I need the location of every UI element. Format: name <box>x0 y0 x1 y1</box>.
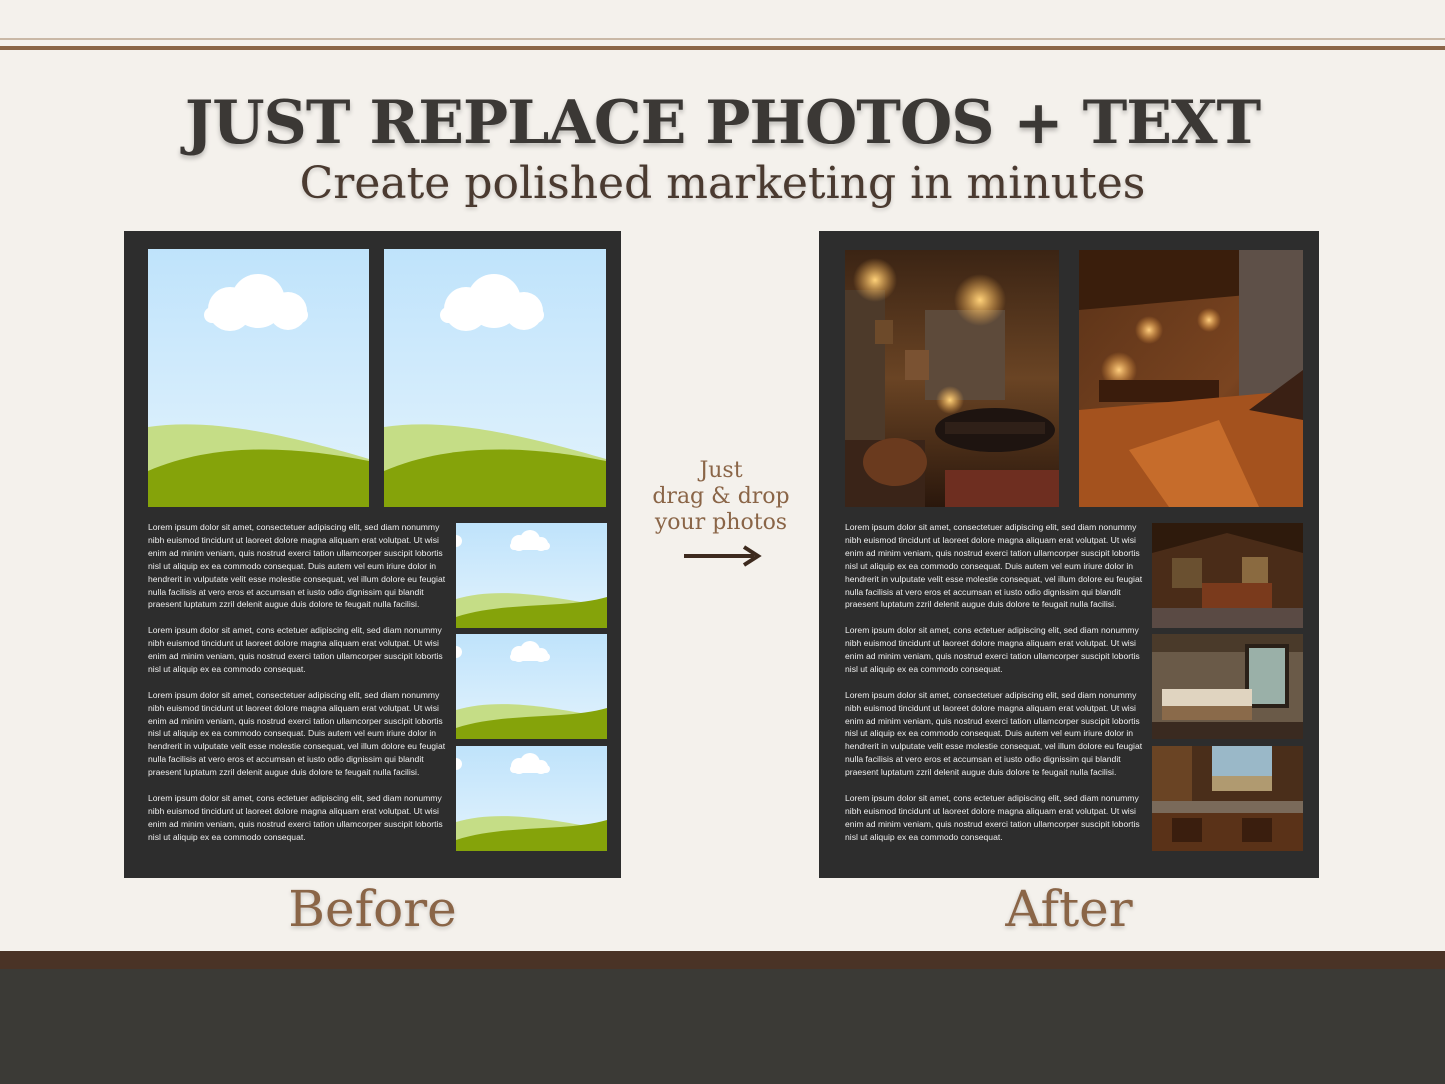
rustic-game-room-image <box>845 250 1059 507</box>
rustic-bedroom-image <box>1152 634 1303 739</box>
photo-kitchen[interactable] <box>1152 746 1303 851</box>
footer-accent-band <box>0 951 1445 969</box>
placeholder-photo-small-1[interactable] <box>456 523 607 628</box>
photo-bedroom-1[interactable] <box>1152 523 1303 628</box>
rustic-bedroom-image <box>1152 523 1303 628</box>
placeholder-photo-small-2[interactable] <box>456 634 607 739</box>
footer-band <box>0 969 1445 1084</box>
landscape-placeholder-icon <box>456 753 607 851</box>
after-label: After <box>1005 880 1133 938</box>
body-paragraph-4: Lorem ipsum dolor sit amet, cons ectetue… <box>148 792 443 842</box>
drag-note-line-3: your photos <box>654 510 788 535</box>
page-title: JUST REPLACE PHOTOS + TEXT <box>184 88 1261 158</box>
drag-note-line-1: Just <box>699 458 743 483</box>
body-paragraph-3: Lorem ipsum dolor sit amet, consectetuer… <box>148 689 446 778</box>
landscape-placeholder-icon <box>384 274 606 507</box>
page-subtitle: Create polished marketing in minutes <box>299 158 1146 209</box>
right-arrow-icon <box>684 545 762 567</box>
body-text-column: Lorem ipsum dolor sit amet, consectetuer… <box>845 521 1145 857</box>
photo-bedroom-2[interactable] <box>1152 634 1303 739</box>
before-template-panel: Lorem ipsum dolor sit amet, consectetuer… <box>124 231 621 878</box>
header-rule-thick <box>0 46 1445 50</box>
landscape-placeholder-icon <box>148 274 369 507</box>
header-rule-thin <box>0 38 1445 40</box>
body-paragraph-1: Lorem ipsum dolor sit amet, consectetuer… <box>845 522 1143 610</box>
landscape-placeholder-icon <box>456 641 607 739</box>
rustic-kitchen-image <box>1152 746 1303 851</box>
body-paragraph-2: Lorem ipsum dolor sit amet, cons ectetue… <box>148 625 443 674</box>
body-paragraph-4: Lorem ipsum dolor sit amet, cons ectetue… <box>845 792 1140 842</box>
landscape-placeholder-icon <box>456 530 607 628</box>
body-paragraph-3: Lorem ipsum dolor sit amet, consectetuer… <box>845 689 1143 778</box>
rustic-bar-image <box>1079 250 1303 507</box>
placeholder-photo-small-3[interactable] <box>456 746 607 851</box>
after-template-panel: Lorem ipsum dolor sit amet, consectetuer… <box>819 231 1319 878</box>
body-paragraph-1: Lorem ipsum dolor sit amet, consectetuer… <box>148 522 446 610</box>
body-paragraph-2: Lorem ipsum dolor sit amet, cons ectetue… <box>845 625 1140 674</box>
drag-drop-note: Just drag & drop your photos <box>640 458 802 536</box>
photo-game-room[interactable] <box>845 250 1059 507</box>
photo-bar-lounge[interactable] <box>1079 250 1303 507</box>
placeholder-photo-large-2[interactable] <box>384 249 606 507</box>
before-label: Before <box>288 880 457 938</box>
placeholder-photo-large-1[interactable] <box>148 249 369 507</box>
drag-note-line-2: drag & drop <box>652 484 790 509</box>
body-text-column: Lorem ipsum dolor sit amet, consectetuer… <box>148 521 448 857</box>
